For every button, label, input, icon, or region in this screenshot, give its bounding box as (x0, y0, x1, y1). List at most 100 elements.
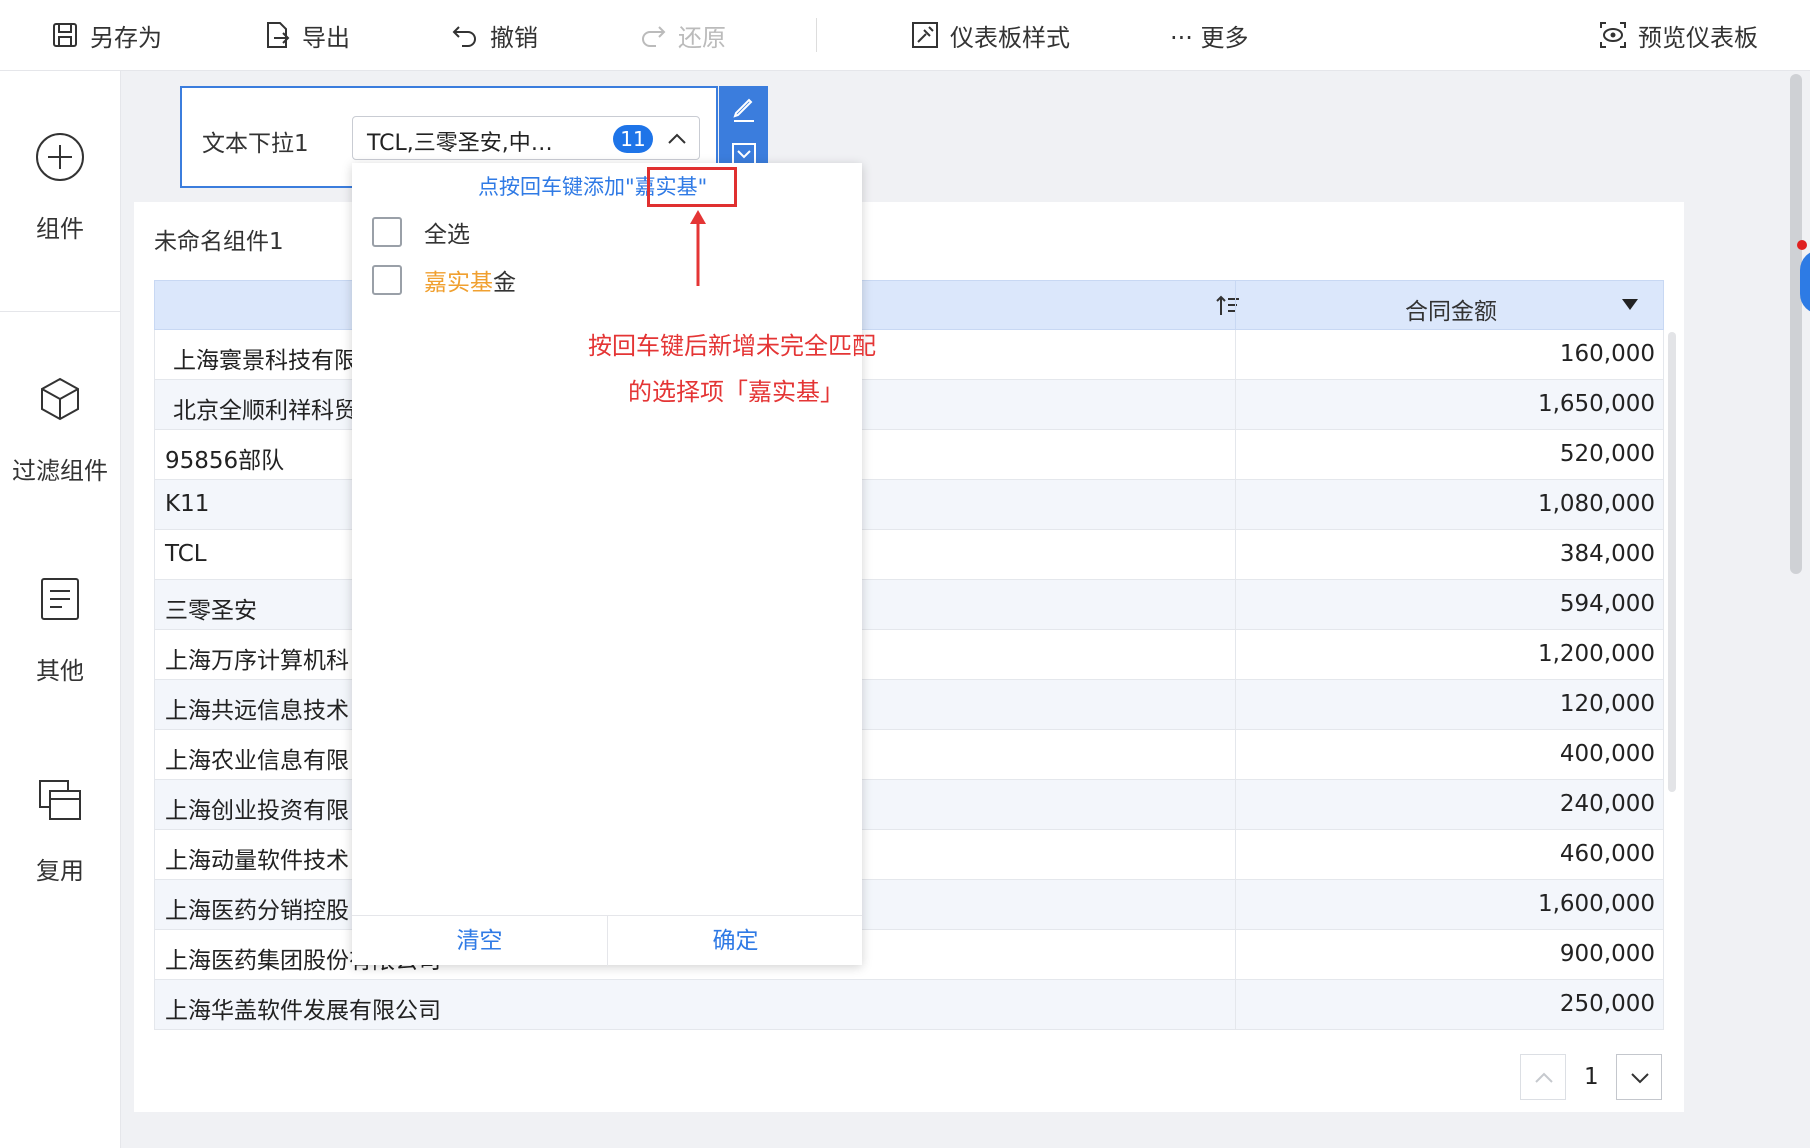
preview-dashboard-button[interactable]: 预览仪表板 (1598, 0, 1758, 70)
next-page-button[interactable] (1616, 1054, 1662, 1100)
left-sidebar: 组件 过滤组件 其他 复用 (0, 71, 121, 1148)
hint-prefix: 点按回车键添加 (478, 175, 625, 199)
save-as-button[interactable]: 另存为 (50, 0, 162, 70)
match-highlight: 嘉实基 (424, 270, 493, 296)
status-dot (1797, 240, 1807, 250)
row-name: 上海农业信息有限 (165, 748, 349, 774)
redo-icon (642, 26, 666, 47)
filter-label: 文本下拉1 (202, 131, 309, 157)
copy-icon (39, 780, 81, 820)
sidebar-item-label: 复用 (36, 857, 84, 885)
annotation-line-2: 的选择项「嘉实基」 (628, 378, 844, 406)
widget-title: 未命名组件1 (154, 229, 284, 255)
table-row: 上海华盖软件发展有限公司 250,000 (154, 980, 1664, 1030)
dropdown-footer: 清空 确定 (352, 915, 862, 966)
annotation-arrow-icon (690, 210, 706, 286)
row-amount: 1,080,000 (1537, 491, 1655, 517)
chevron-up-icon[interactable] (665, 129, 689, 149)
row-amount: 520,000 (1559, 441, 1655, 467)
page-scrollbar[interactable] (1790, 74, 1802, 574)
clear-button[interactable]: 清空 (352, 916, 607, 966)
row-name: 上海医药分销控股 (165, 898, 349, 924)
annotation-line-1: 按回车键后新增未完全匹配 (588, 332, 876, 360)
sidebar-item-other[interactable]: 其他 (0, 573, 120, 686)
sidebar-item-filter-components[interactable]: 过滤组件 (0, 373, 120, 486)
option-item[interactable]: 嘉实基金 (372, 263, 516, 297)
sidebar-item-label: 过滤组件 (12, 457, 108, 485)
table-scrollbar[interactable] (1668, 332, 1676, 792)
row-name: 上海万序计算机科 (165, 648, 349, 674)
row-amount: 1,600,000 (1537, 891, 1655, 917)
option-label-rest: 金 (493, 270, 516, 296)
row-amount: 240,000 (1559, 791, 1655, 817)
option-select-all[interactable]: 全选 (372, 215, 470, 249)
row-amount: 400,000 (1559, 741, 1655, 767)
row-name: 上海华盖软件发展有限公司 (165, 998, 441, 1024)
filter-select-input[interactable]: TCL,三零圣安,中… 11 (352, 116, 700, 160)
chevron-down-icon (1631, 1073, 1649, 1084)
row-amount: 900,000 (1559, 941, 1655, 967)
row-amount: 384,000 (1559, 541, 1655, 567)
page-number: 1 (1584, 1064, 1599, 1090)
annotation-highlight-box (647, 167, 737, 207)
option-label: 全选 (424, 222, 470, 248)
sidebar-item-reuse[interactable]: 复用 (0, 773, 120, 886)
redo-button[interactable]: 还原 (638, 0, 726, 70)
more-button[interactable]: ··· 更多 (1170, 0, 1249, 70)
redo-label: 还原 (678, 23, 726, 52)
toolbar-divider (816, 18, 817, 52)
top-toolbar: 另存为 导出 撤销 还原 仪表板样式 ··· 更多 预览仪表板 (0, 0, 1810, 71)
sidebar-item-label: 其他 (36, 657, 84, 685)
export-button[interactable]: 导出 (262, 0, 350, 70)
select-all-checkbox[interactable] (372, 217, 402, 247)
preview-label: 预览仪表板 (1638, 23, 1758, 52)
edit-icon[interactable] (729, 94, 759, 124)
row-name: 北京全顺利祥科贸 (173, 398, 357, 424)
save-icon (53, 23, 77, 47)
filter-side-tools (719, 86, 768, 166)
row-amount: 594,000 (1559, 591, 1655, 617)
row-amount: 1,200,000 (1537, 641, 1655, 667)
amount-header-label: 合同金额 (1405, 299, 1497, 325)
row-name: 上海动量软件技术 (165, 848, 349, 874)
dropdown-triangle-icon[interactable] (1622, 299, 1638, 310)
dashboard-style-label: 仪表板样式 (950, 23, 1070, 52)
row-name: 上海寰景科技有限 (173, 348, 357, 374)
confirm-button[interactable]: 确定 (607, 916, 863, 966)
sidebar-divider (0, 311, 120, 312)
row-amount: 160,000 (1559, 341, 1655, 367)
row-name: 上海共远信息技术 (165, 698, 349, 724)
row-name: 三零圣安 (165, 598, 257, 624)
row-name: 上海创业投资有限 (165, 798, 349, 824)
filter-selected-value: TCL,三零圣安,中… (367, 131, 553, 156)
document-icon (41, 578, 79, 620)
row-name: K11 (165, 491, 210, 517)
row-amount: 460,000 (1559, 841, 1655, 867)
preview-icon (1600, 22, 1626, 48)
cube-icon (41, 377, 79, 421)
prev-page-button[interactable] (1520, 1054, 1566, 1100)
style-icon (912, 22, 938, 48)
row-name: TCL (165, 541, 207, 567)
dashboard-style-button[interactable]: 仪表板样式 (910, 0, 1070, 70)
option-checkbox[interactable] (372, 265, 402, 295)
more-label: ··· 更多 (1170, 23, 1249, 52)
plus-circle-icon (36, 133, 84, 181)
row-amount: 1,650,000 (1537, 391, 1655, 417)
undo-icon (452, 26, 476, 47)
row-name: 95856部队 (165, 448, 285, 474)
selected-count-badge: 11 (613, 125, 653, 153)
export-label: 导出 (302, 23, 350, 52)
undo-label: 撤销 (490, 23, 538, 52)
chevron-up-icon (1535, 1072, 1553, 1083)
export-icon (267, 22, 290, 48)
save-as-label: 另存为 (90, 23, 162, 52)
row-amount: 250,000 (1559, 991, 1655, 1017)
filter-dropdown-panel: 点按回车键添加"嘉实基" 全选 嘉实基金 清空 确定 (352, 163, 862, 966)
amount-column-header[interactable]: 合同金额 (1235, 281, 1665, 329)
undo-button[interactable]: 撤销 (450, 0, 538, 70)
sidebar-item-components[interactable]: 组件 (0, 131, 120, 244)
sidebar-item-label: 组件 (36, 215, 84, 243)
row-amount: 120,000 (1559, 691, 1655, 717)
option-label: 嘉实基金 (424, 263, 516, 297)
